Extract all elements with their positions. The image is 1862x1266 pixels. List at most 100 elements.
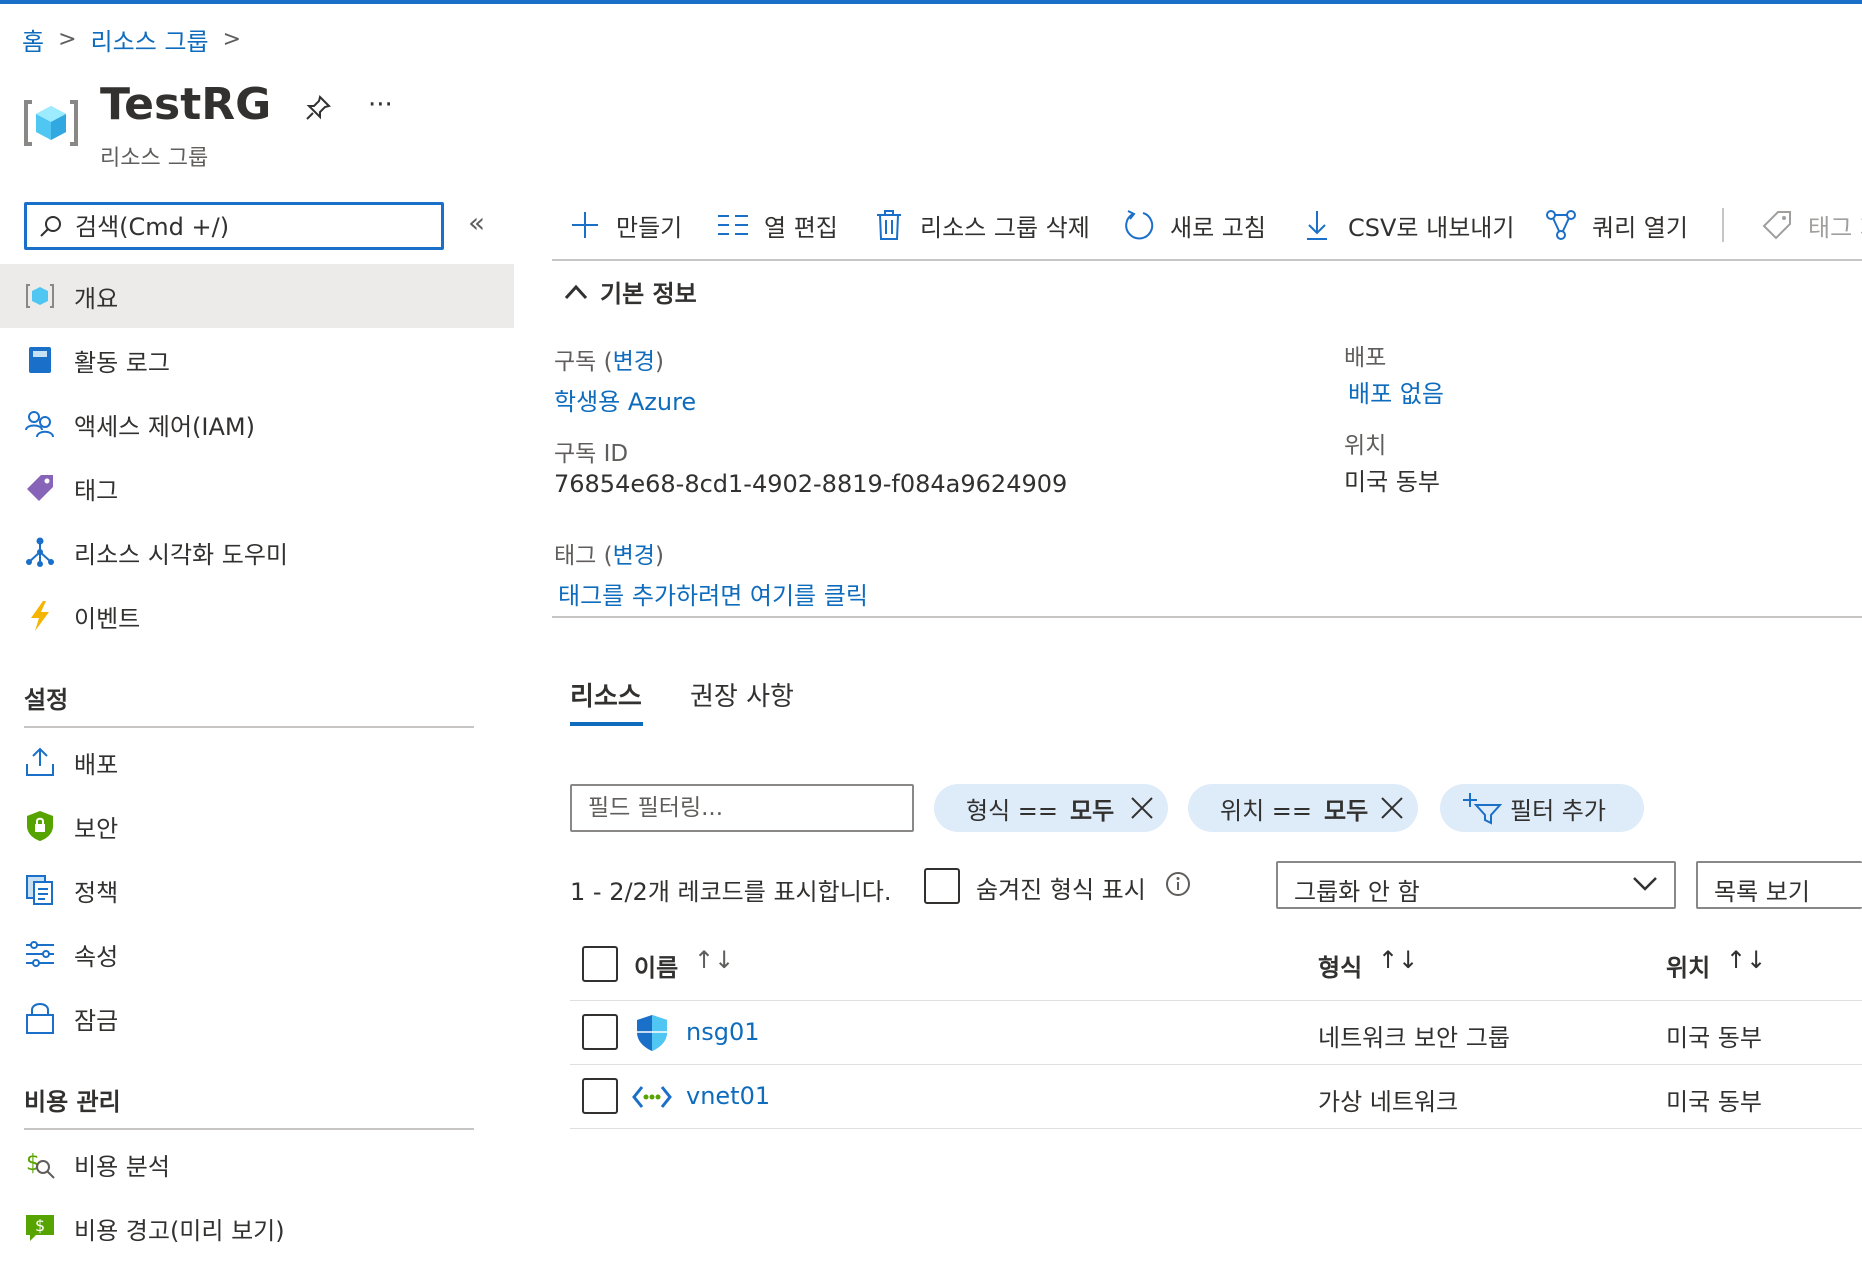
tab-recommendations[interactable]: 권장 사항 — [690, 676, 794, 713]
essentials-toggle[interactable]: 기본 정보 — [564, 274, 697, 309]
resource-type: 네트워크 보안 그룹 — [1318, 1024, 1510, 1052]
tags-essential-label: 태그 (변경) — [554, 543, 664, 569]
sidebar-item-label: 이벤트 — [74, 604, 141, 633]
breadcrumb-separator: > — [58, 26, 77, 52]
sidebar-item-cost-alerts[interactable]: $ 비용 경고(미리 보기) — [0, 1196, 514, 1260]
row-checkbox[interactable] — [582, 1014, 618, 1050]
create-label: 만들기 — [616, 213, 683, 242]
column-header-type[interactable]: 형식 — [1318, 948, 1362, 983]
export-csv-button[interactable]: CSV로 내보내기 — [1300, 205, 1514, 245]
deployments-label: 배포 — [1344, 345, 1387, 371]
settings-divider — [24, 726, 474, 728]
sort-name-icon[interactable]: ↑↓ — [694, 946, 734, 974]
tags-button[interactable]: 태그 지 — [1760, 205, 1862, 245]
row-checkbox[interactable] — [582, 1078, 618, 1114]
chevron-down-icon — [1632, 875, 1658, 893]
sidebar-item-label: 정책 — [74, 878, 119, 907]
breadcrumb-home[interactable]: 홈 — [22, 22, 44, 57]
sidebar-item-security[interactable]: 보안 — [0, 794, 514, 858]
refresh-label: 새로 고침 — [1170, 213, 1266, 242]
pin-icon[interactable] — [302, 92, 334, 124]
grouping-value: 그룹화 안 함 — [1294, 878, 1420, 906]
field-filter[interactable] — [570, 784, 914, 832]
add-filter-label: 필터 추가 — [1510, 796, 1606, 825]
sidebar-item-deployments[interactable]: 배포 — [0, 730, 514, 794]
column-header-location[interactable]: 위치 — [1666, 948, 1710, 983]
sidebar-search[interactable] — [24, 202, 444, 250]
field-filter-input[interactable] — [588, 793, 898, 823]
location-filter-value: 모두 — [1324, 796, 1369, 825]
table-header-divider — [570, 1000, 1862, 1001]
type-filter-pill[interactable]: 형식 == 모두 — [934, 784, 1168, 832]
activity-log-icon — [24, 344, 56, 376]
info-icon[interactable] — [1164, 870, 1192, 898]
close-icon[interactable] — [1130, 796, 1154, 820]
breadcrumb-resource-groups[interactable]: 리소스 그룹 — [91, 22, 209, 57]
sidebar-item-label: 비용 분석 — [74, 1152, 170, 1181]
column-header-name[interactable]: 이름 — [634, 948, 678, 983]
deployments-link[interactable]: 배포 없음 — [1348, 374, 1444, 409]
breadcrumb-separator: > — [222, 26, 241, 52]
cost-alert-icon: $ — [24, 1212, 56, 1244]
location-value: 미국 동부 — [1344, 468, 1440, 496]
resource-name-link[interactable]: nsg01 — [686, 1018, 760, 1046]
add-tags-link[interactable]: 태그를 추가하려면 여기를 클릭 — [558, 576, 868, 611]
tags-change-link[interactable]: 변경 — [613, 543, 655, 569]
upload-icon — [24, 746, 56, 778]
refresh-button[interactable]: 새로 고침 — [1122, 205, 1266, 245]
open-query-button[interactable]: 쿼리 열기 — [1544, 205, 1688, 245]
sort-type-icon[interactable]: ↑↓ — [1378, 946, 1418, 974]
tags-label-text: 태그 — [554, 543, 597, 569]
tag-outline-icon — [1760, 208, 1794, 242]
sidebar-item-resource-visualizer[interactable]: 리소스 시각화 도우미 — [0, 520, 514, 584]
columns-icon — [716, 208, 750, 242]
view-dropdown[interactable]: 목록 보기 — [1696, 861, 1862, 909]
export-csv-label: CSV로 내보내기 — [1348, 213, 1515, 242]
top-accent-bar — [0, 0, 1862, 4]
delete-group-label: 리소스 그룹 삭제 — [920, 213, 1090, 242]
show-hidden-types-checkbox[interactable] — [924, 868, 960, 904]
network-security-group-icon — [634, 1014, 670, 1052]
page-subtitle: 리소스 그룹 — [100, 146, 209, 171]
sidebar-item-label: 비용 경고(미리 보기) — [74, 1216, 285, 1245]
download-icon — [1300, 208, 1334, 242]
type-filter-key: 형식 == — [966, 796, 1059, 825]
sidebar-item-activity-log[interactable]: 활동 로그 — [0, 328, 514, 392]
create-button[interactable]: 만들기 — [568, 205, 682, 245]
sidebar-item-iam[interactable]: 액세스 제어(IAM) — [0, 392, 514, 456]
show-hidden-types-label: 숨겨진 형식 표시 — [976, 876, 1146, 904]
select-all-checkbox[interactable] — [582, 946, 618, 982]
add-filter-icon — [1462, 791, 1502, 825]
sort-location-icon[interactable]: ↑↓ — [1726, 946, 1766, 974]
sidebar-item-label: 개요 — [74, 284, 119, 313]
sidebar-item-label: 보안 — [74, 814, 119, 843]
trash-icon — [872, 208, 906, 242]
sidebar-item-cost-analysis[interactable]: $ 비용 분석 — [0, 1132, 514, 1196]
query-icon — [1544, 208, 1578, 242]
cost-management-divider — [24, 1128, 474, 1130]
subscription-link[interactable]: 학생용 Azure — [554, 382, 696, 417]
lightning-icon — [24, 600, 56, 632]
records-summary: 1 - 2/2개 레코드를 표시합니다. — [570, 878, 892, 906]
sidebar-item-properties[interactable]: 속성 — [0, 922, 514, 986]
sidebar-item-locks[interactable]: 잠금 — [0, 986, 514, 1050]
table-row-divider — [570, 1128, 1862, 1129]
search-input[interactable] — [75, 211, 425, 243]
tab-resources[interactable]: 리소스 — [570, 676, 642, 713]
collapse-sidebar-button[interactable]: « — [468, 206, 485, 239]
location-filter-pill[interactable]: 위치 == 모두 — [1188, 784, 1418, 832]
sidebar-item-policies[interactable]: 정책 — [0, 858, 514, 922]
add-filter-button[interactable]: 필터 추가 — [1440, 784, 1644, 832]
people-icon — [24, 408, 56, 440]
subscription-change-link[interactable]: 변경 — [613, 349, 655, 375]
edit-columns-button[interactable]: 열 편집 — [716, 205, 838, 245]
grouping-dropdown[interactable]: 그룹화 안 함 — [1276, 861, 1676, 909]
delete-group-button[interactable]: 리소스 그룹 삭제 — [872, 205, 1090, 245]
sidebar-item-overview[interactable]: 개요 — [0, 264, 514, 328]
shield-lock-icon — [24, 810, 56, 842]
resource-name-link[interactable]: vnet01 — [686, 1082, 770, 1110]
sidebar-item-tags[interactable]: 태그 — [0, 456, 514, 520]
more-options-button[interactable]: ··· — [368, 90, 393, 120]
sidebar-item-events[interactable]: 이벤트 — [0, 584, 514, 648]
close-icon[interactable] — [1380, 796, 1404, 820]
